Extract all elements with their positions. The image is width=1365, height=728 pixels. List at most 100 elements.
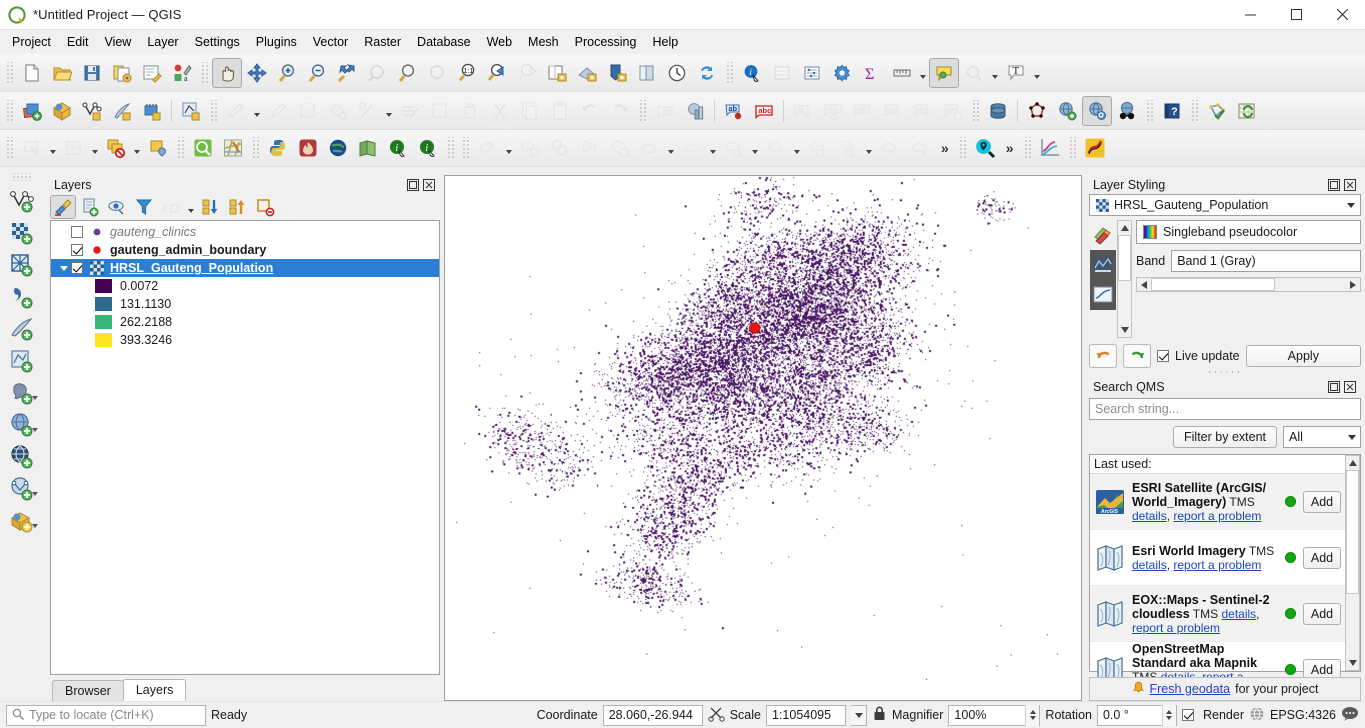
smooth-tool-icon[interactable] [761,133,791,163]
toolbar-grip[interactable] [5,137,14,159]
panel-splitter-handle[interactable]: ······ [1089,367,1361,378]
menu-plugins[interactable]: Plugins [248,32,305,52]
toolbar-grip[interactable] [5,61,14,84]
identify-features-icon[interactable]: i [737,58,767,88]
undo-edit-icon[interactable] [575,96,605,126]
layer-styling-hscrollbar[interactable] [1136,277,1361,292]
close-panel-icon[interactable] [422,178,436,192]
new-project-icon[interactable] [17,58,47,88]
show-bookmarks-icon[interactable] [959,58,989,88]
add-mesh-layer-icon[interactable] [137,96,167,126]
layer-visibility-checkbox[interactable] [71,262,83,274]
filter-legend-by-expression-icon[interactable]: ε [158,195,184,219]
refresh-icon[interactable] [692,58,722,88]
project-properties-icon[interactable] [137,58,167,88]
toolbar-grip[interactable] [5,99,14,122]
polygon-from-lines-icon[interactable]: f [875,133,905,163]
wfs-dropdown-caret[interactable] [30,487,39,501]
openstreetmap-tool-icon[interactable] [218,133,248,163]
vertex-tool-icon[interactable] [176,96,206,126]
coordinate-input[interactable]: 28.060,-26.944 [602,704,703,726]
float-panel-icon[interactable] [1327,380,1341,394]
menu-raster[interactable]: Raster [356,32,409,52]
qms-results-list[interactable]: Last used: ArcGIS ESRI Satellite (ArcGIS… [1089,454,1361,698]
layer-styling-tabs-scrollbar[interactable] [1117,220,1132,338]
toolbar-grip[interactable] [251,137,260,159]
metasearch-icon[interactable] [1112,96,1142,126]
add-spatialite-layer-icon[interactable] [5,313,39,345]
menu-view[interactable]: View [96,32,139,52]
add-wms-layer-icon[interactable] [1052,96,1082,126]
deselect-features-icon[interactable] [101,133,131,163]
measure-line-icon[interactable] [887,58,917,88]
magnifier-spinbox[interactable]: 100% [948,704,1041,726]
help-contents-icon[interactable]: ? [1157,96,1187,126]
select-value-dropdown-caret[interactable] [89,134,101,162]
densify-dropdown-caret[interactable] [749,134,761,162]
add-vector-layer-icon[interactable] [77,96,107,126]
style-manager-icon[interactable]: a [167,58,197,88]
select-dropdown-caret[interactable] [47,134,59,162]
python-console-icon[interactable] [263,133,293,163]
add-service-button[interactable]: Add [1303,546,1341,569]
qms-details-link[interactable]: details [1132,509,1167,523]
filter-legend-icon[interactable] [131,195,157,219]
qms-search-input[interactable]: Search string... [1089,398,1361,420]
qms-report-link[interactable]: report a problem [1173,558,1261,572]
topology-checker-icon[interactable] [1022,96,1052,126]
current-edits-icon[interactable] [17,96,47,126]
manage-map-themes-icon[interactable] [104,195,130,219]
measure-dropdown-caret[interactable] [917,59,929,87]
toolbar-grip[interactable] [446,137,455,159]
menu-vector[interactable]: Vector [305,32,356,52]
add-wms-wmts-layer-icon[interactable] [5,409,39,441]
toolbar-grip[interactable] [1067,137,1077,159]
toolbar-grip[interactable] [209,99,218,122]
qms-filter-combo[interactable]: All [1283,426,1361,448]
pin-labels-icon[interactable]: ab [719,96,749,126]
bookmarks-dropdown-caret[interactable] [989,59,1001,87]
layout-manager-icon[interactable] [632,58,662,88]
histogram-tab-icon[interactable] [1090,250,1116,280]
add-raster-layer-icon[interactable] [47,96,77,126]
paste-features-icon[interactable] [545,96,575,126]
save-project-as-icon[interactable] [107,58,137,88]
globe-plugin-icon[interactable] [323,133,353,163]
snap-dropdown-caret[interactable] [863,134,875,162]
label-abc-icon[interactable]: abc [650,96,680,126]
densify-tool-icon[interactable] [719,133,749,163]
layer-diagram-icon[interactable] [680,96,710,126]
wms-dropdown-caret[interactable] [30,423,39,437]
smooth-dropdown-caret[interactable] [791,134,803,162]
toolbar-grip[interactable] [461,137,470,159]
intersect-tool-icon[interactable] [545,133,575,163]
add-service-button[interactable]: Add [1303,602,1341,625]
close-button[interactable] [1319,0,1365,30]
toolbar-grip[interactable] [11,173,33,181]
select-features-icon[interactable] [17,133,47,163]
new-3d-map-view-icon[interactable] [572,58,602,88]
deselect-dropdown-caret[interactable] [131,134,143,162]
chevron-down-icon[interactable] [1342,195,1360,215]
band-combo[interactable]: Band 1 (Gray) [1171,250,1361,272]
scroll-right-arrow-icon[interactable] [1346,278,1360,291]
postgis-dropdown-caret[interactable] [30,391,39,405]
select-by-value-icon[interactable] [59,133,89,163]
layer-row-gauteng-clinics[interactable]: gauteng_clinics [51,223,439,241]
globe-icon[interactable] [1249,706,1265,725]
add-postgis-layer-icon[interactable] [5,377,39,409]
plugin-reloader-icon[interactable] [293,133,323,163]
digitize-with-segment-icon[interactable] [107,96,137,126]
show-hide-labels-icon[interactable]: abc [818,96,848,126]
text-annotation-icon[interactable]: T [1001,58,1031,88]
qfield-sync-icon[interactable] [188,133,218,163]
menu-processing[interactable]: Processing [567,32,645,52]
menu-layer[interactable]: Layer [139,32,186,52]
layer-visibility-checkbox[interactable] [71,226,83,238]
modify-attributes-icon[interactable] [353,96,383,126]
map-swipe-icon[interactable] [353,133,383,163]
qms-report-link[interactable]: report a problem [1173,509,1261,523]
multipart-tool-icon[interactable] [677,133,707,163]
temporal-controller-icon[interactable] [662,58,692,88]
layer-row-hrsl-gauteng-population[interactable]: HRSL_Gauteng_Population [51,259,439,277]
